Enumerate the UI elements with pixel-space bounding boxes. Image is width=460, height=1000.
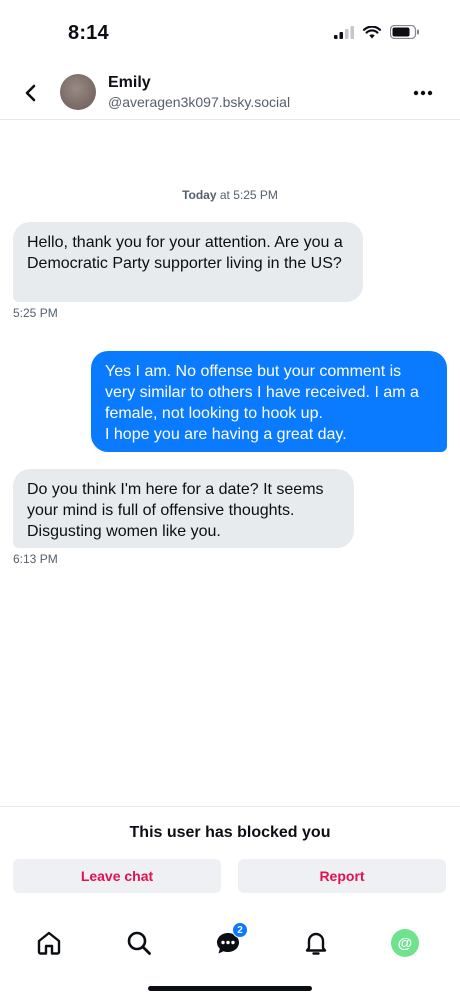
tab-home[interactable] <box>33 927 65 959</box>
footer-divider <box>0 806 460 807</box>
contact-name[interactable]: Emily <box>108 74 151 92</box>
chat-badge: 2 <box>232 922 248 938</box>
search-icon <box>127 931 151 955</box>
chat-header: Emily @averagen3k097.bsky.social <box>0 66 460 120</box>
contact-handle: @averagen3k097.bsky.social <box>108 94 291 110</box>
tab-search[interactable] <box>123 927 155 959</box>
profile-icon: @ <box>391 929 419 957</box>
tab-profile[interactable]: @ <box>389 927 421 959</box>
bell-icon <box>305 932 327 955</box>
date-divider-time: at 5:25 PM <box>216 188 278 202</box>
tab-notifications[interactable] <box>300 927 332 959</box>
message-bubble-incoming[interactable]: Do you think I'm here for a date? It see… <box>13 469 354 548</box>
back-chevron-icon <box>25 84 36 102</box>
battery-icon <box>390 25 419 39</box>
tab-chat[interactable]: 2 <box>212 922 248 959</box>
more-icon <box>413 90 433 96</box>
date-divider-day: Today <box>182 188 217 202</box>
back-button[interactable] <box>16 78 46 108</box>
message-timestamp: 6:13 PM <box>13 552 58 566</box>
signal-icon <box>334 25 354 39</box>
more-options-button[interactable] <box>408 80 438 106</box>
home-icon <box>37 931 61 955</box>
status-time: 8:14 <box>68 22 109 44</box>
message-bubble-incoming[interactable]: Hello, thank you for your attention. Are… <box>13 222 363 302</box>
date-divider: Today at 5:25 PM <box>0 188 460 202</box>
blocked-notice: This user has blocked you <box>129 824 331 841</box>
status-icons <box>334 25 420 39</box>
message-timestamp: 5:25 PM <box>13 306 58 320</box>
message-line: I hope you are having a great day. <box>105 426 347 443</box>
wifi-icon <box>363 25 381 38</box>
message-bubble-outgoing[interactable]: Yes I am. No offense but your comment is… <box>91 351 447 452</box>
status-bar: 8:14 <box>0 0 460 66</box>
avatar[interactable] <box>60 74 96 110</box>
report-button[interactable]: Report <box>238 859 446 893</box>
tab-bar: 2 @ <box>0 922 460 965</box>
leave-chat-button[interactable]: Leave chat <box>13 859 221 893</box>
home-indicator <box>148 986 312 991</box>
message-line: Yes I am. No offense but your comment is… <box>105 363 419 422</box>
